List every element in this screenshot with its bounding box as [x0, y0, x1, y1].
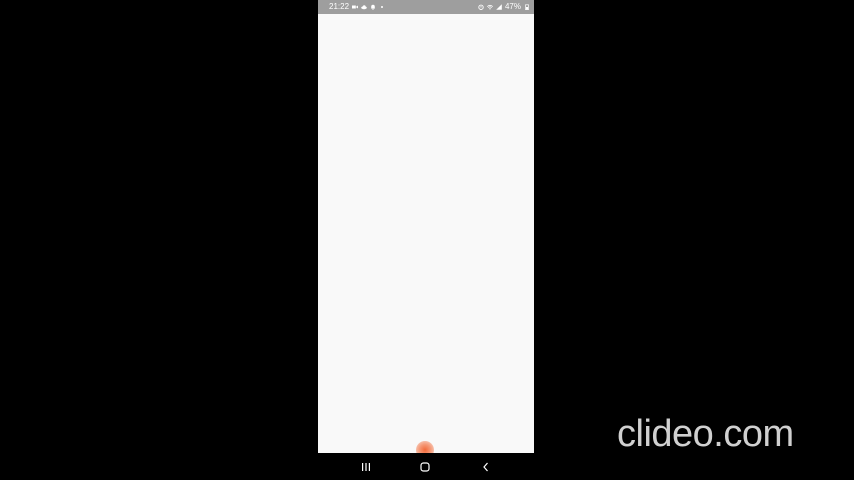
status-time: 21:22 — [329, 2, 350, 11]
status-bar: 21:22 47% — [318, 0, 534, 14]
video-camera-icon — [352, 4, 359, 10]
navigation-bar — [318, 453, 534, 480]
signal-icon — [496, 4, 502, 10]
dot-icon — [379, 4, 385, 10]
alarm-icon — [478, 4, 484, 10]
status-left: 21:22 — [329, 3, 385, 11]
notification-bell-icon — [370, 4, 376, 10]
cloud-icon — [361, 4, 367, 10]
battery-icon — [524, 4, 530, 10]
back-icon[interactable] — [479, 460, 493, 474]
recents-icon[interactable] — [359, 460, 373, 474]
phone-screen: 21:22 47% — [318, 0, 534, 480]
home-icon[interactable] — [418, 460, 432, 474]
battery-percentage: 47% — [504, 2, 521, 11]
watermark-text: clideo.com — [617, 413, 794, 455]
wifi-icon — [486, 4, 493, 10]
app-content-area — [318, 14, 534, 453]
status-right: 47% — [478, 3, 530, 11]
